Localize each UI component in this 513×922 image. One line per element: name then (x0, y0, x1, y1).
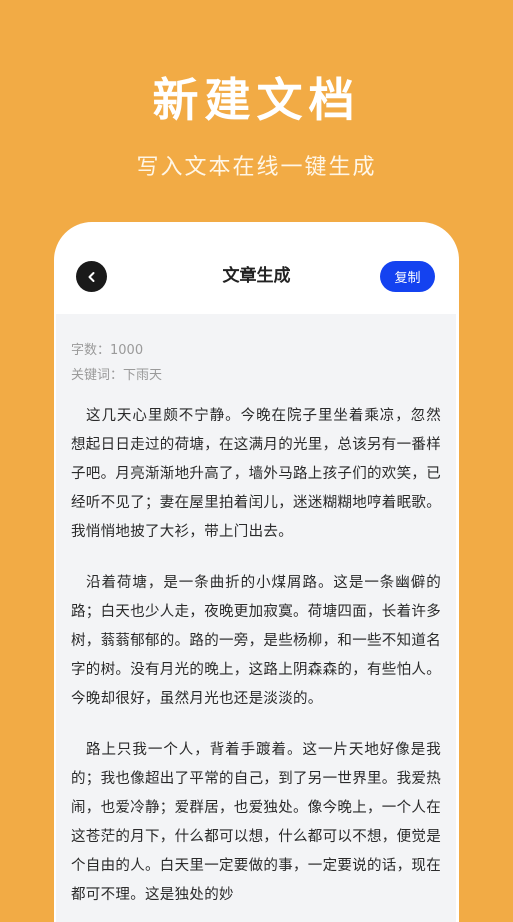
keywords-label: 关键词：下雨天 (71, 368, 163, 383)
phone-card: 文章生成 复制 字数：1000 关键词：下雨天 这几天心里颇不宁静。今晚在院子里… (54, 222, 459, 922)
hero-title: 新建文档 (152, 73, 361, 127)
word-count-label: 字数：1000 (71, 343, 144, 358)
article-paragraph: 这几天心里颇不宁静。今晚在院子里坐着乘凉，忽然想起日日走过的荷塘，在这满月的光里… (71, 408, 441, 540)
article-content: 字数：1000 关键词：下雨天 这几天心里颇不宁静。今晚在院子里坐着乘凉，忽然想… (56, 314, 456, 922)
article-paragraph: 沿着荷塘，是一条曲折的小煤屑路。这是一条幽僻的路；白天也少人走，夜晚更加寂寞。荷… (71, 575, 441, 707)
article-body: 这几天心里颇不宁静。今晚在院子里坐着乘凉，忽然想起日日走过的荷塘，在这满月的光里… (71, 402, 441, 922)
hero-subtitle: 写入文本在线一键生成 (136, 155, 377, 180)
nav-bar: 文章生成 复制 (54, 222, 459, 314)
copy-button[interactable]: 复制 (380, 261, 435, 292)
article-paragraph: 路上只我一个人，背着手踱着。这一片天地好像是我的；我也像超出了平常的自己，到了另… (71, 742, 441, 903)
